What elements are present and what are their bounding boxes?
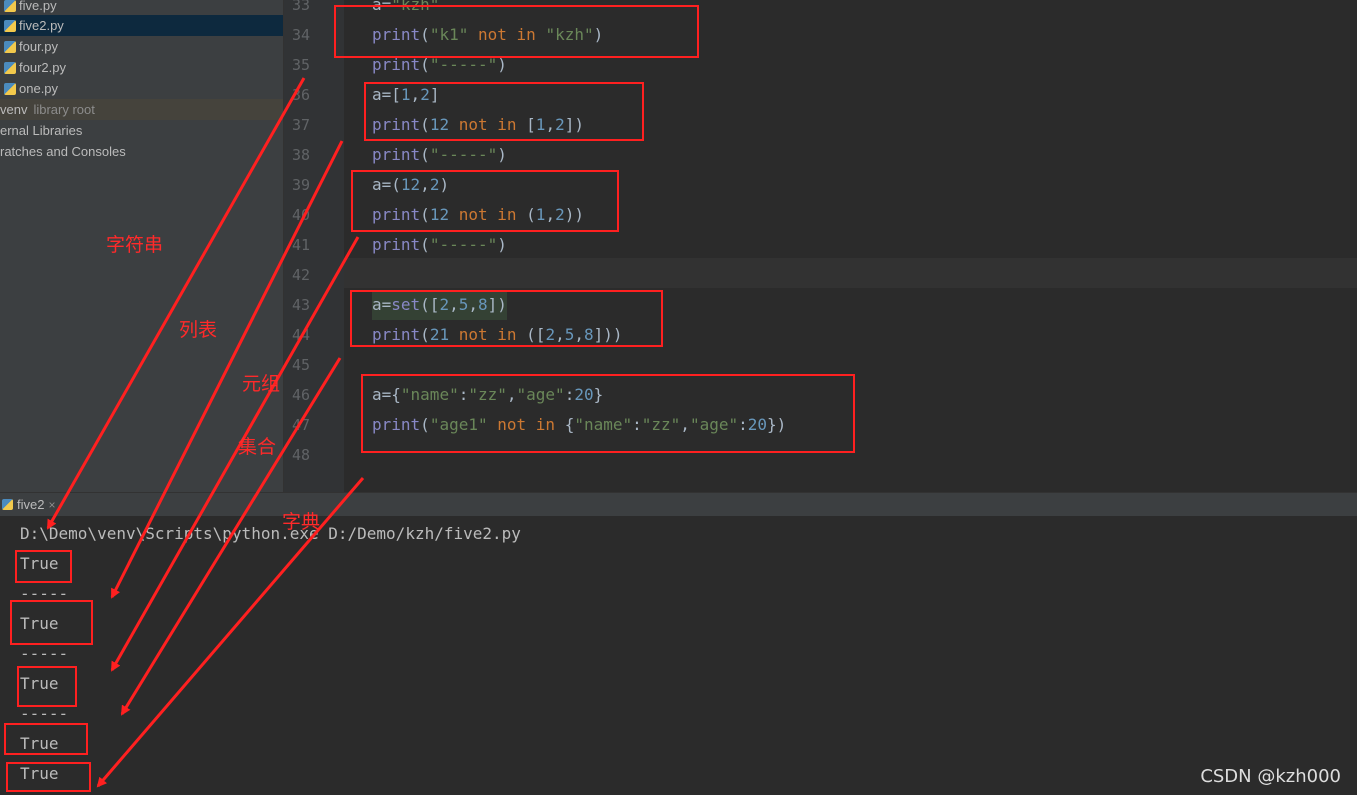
annotation-arrows [46,77,365,788]
label-list: 列表 [179,319,218,341]
arrow-set [120,357,342,716]
label-dict: 字典 [282,511,321,533]
watermark: CSDN @kzh000 [1200,766,1341,787]
label-set: 集合 [238,436,277,458]
arrow-string [46,77,306,530]
label-string: 字符串 [106,234,164,256]
arrow-tuple [110,236,360,672]
arrow-dict [96,477,365,788]
label-tuple: 元组 [242,373,281,395]
